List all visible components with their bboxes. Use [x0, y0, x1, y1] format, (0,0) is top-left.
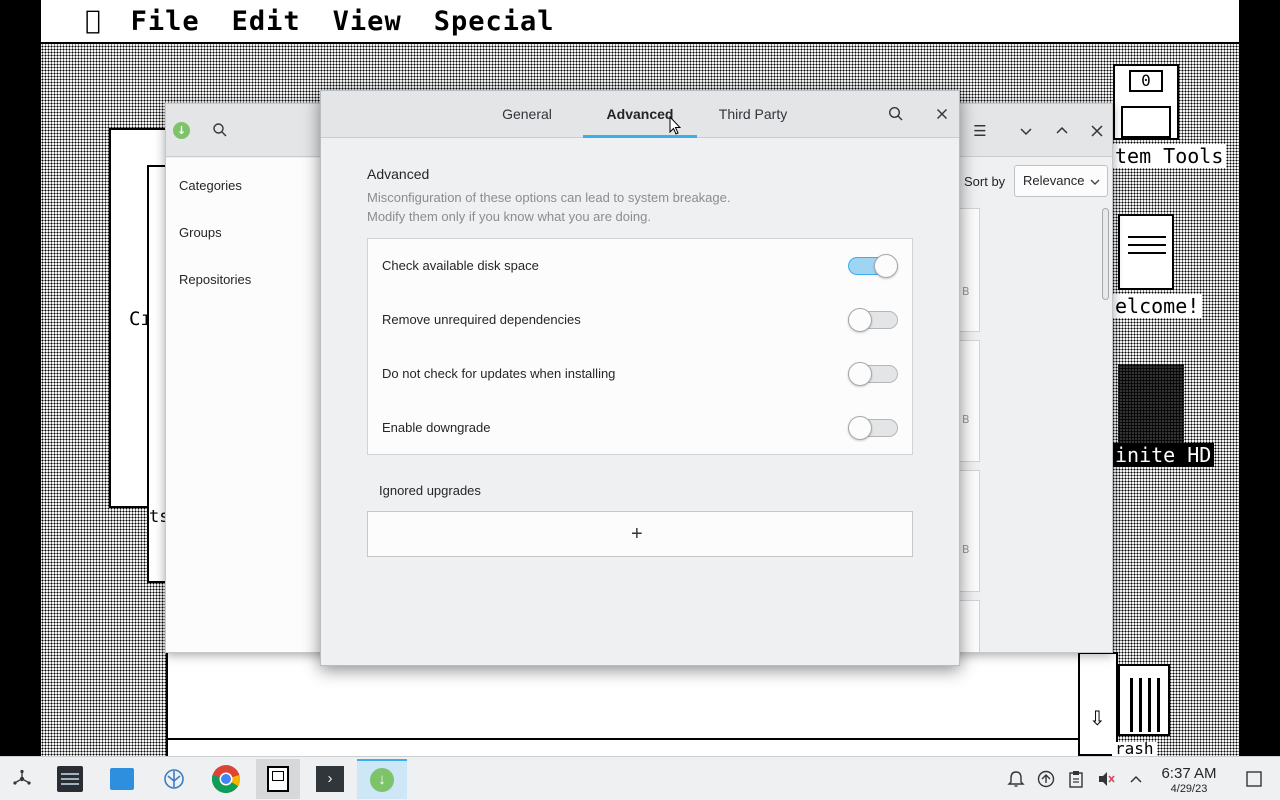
option-label: Check available disk space	[382, 258, 539, 273]
maximize-icon[interactable]	[1052, 121, 1072, 141]
mac-menu-file[interactable]: File	[131, 6, 200, 37]
toggle-no-update-check[interactable]	[848, 362, 898, 386]
discover-sidebar: Categories Groups Repositories	[166, 158, 321, 652]
finder-window-bottom	[166, 652, 1084, 756]
mac-menu-edit[interactable]: Edit	[232, 6, 301, 37]
option-label: Do not check for updates when installing	[382, 366, 616, 381]
mac-menu-view[interactable]: View	[333, 6, 402, 37]
sort-select[interactable]: Relevance	[1014, 165, 1108, 197]
app-launcher-icon[interactable]	[0, 759, 44, 799]
system-settings-icon[interactable]	[48, 759, 92, 799]
add-ignored-upgrade-button[interactable]: +	[367, 511, 913, 557]
system-tools-label[interactable]: tem Tools	[1112, 144, 1227, 168]
option-row-no-update-check: Do not check for updates when installing	[368, 347, 912, 401]
app-card[interactable]: B	[960, 208, 980, 332]
mac-menubar:  File Edit View Special	[41, 0, 1239, 44]
option-row-downgrade: Enable downgrade	[368, 401, 912, 455]
floppy-shutter: 0	[1129, 70, 1163, 92]
welcome-label[interactable]: elcome!	[1112, 294, 1203, 318]
down-arrow-icon: ⇩	[1089, 706, 1106, 730]
section-description-line-2: Modify them only if you know what you ar…	[367, 209, 651, 224]
notifications-bell-icon[interactable]	[1006, 769, 1026, 789]
toggle-check-disk-space[interactable]	[848, 254, 898, 278]
option-row-disk-space: Check available disk space	[368, 239, 912, 293]
software-update-icon[interactable]: ↓	[357, 759, 407, 799]
clock-date[interactable]: 4/29/23	[1150, 783, 1228, 795]
apple-icon[interactable]: 	[85, 6, 101, 36]
app-card[interactable]: B	[960, 340, 980, 462]
close-window-icon[interactable]	[1087, 121, 1107, 141]
chevron-up-icon[interactable]	[1126, 769, 1146, 789]
document-icon[interactable]	[1118, 214, 1174, 290]
card-size-text: B	[962, 543, 970, 556]
app-card[interactable]	[960, 600, 980, 652]
trash-icon[interactable]	[1118, 664, 1170, 736]
ignored-upgrades-title: Ignored upgrades	[379, 483, 481, 498]
option-row-unrequired-deps: Remove unrequired dependencies	[368, 293, 912, 347]
advanced-options-list: Check available disk space Remove unrequ…	[367, 238, 913, 455]
classic-mac-icon[interactable]	[256, 759, 300, 799]
taskbar: › ↓ 6:37 AM 4/29/23	[0, 756, 1280, 800]
volume-muted-icon[interactable]	[1096, 769, 1116, 789]
card-size-text: B	[962, 285, 970, 298]
finder-scroll-arrow: ⇩	[1078, 652, 1118, 756]
sort-select-value: Relevance	[1023, 173, 1085, 188]
mouse-cursor-icon	[669, 116, 681, 135]
sort-by-label: Sort by	[964, 174, 1006, 189]
trash-label[interactable]: rash	[1112, 742, 1157, 756]
section-description-line-1: Misconfiguration of these options can le…	[367, 190, 731, 205]
search-icon[interactable]	[212, 122, 228, 138]
option-label: Enable downgrade	[382, 420, 491, 435]
settings-dialog: General Advanced Third Party Advanced Mi…	[320, 90, 960, 666]
clipboard-icon[interactable]	[1066, 769, 1086, 789]
network-icon[interactable]	[1036, 769, 1056, 789]
show-desktop-icon[interactable]	[1244, 769, 1264, 789]
settings-header: General Advanced Third Party	[321, 91, 959, 138]
scrollbar-thumb[interactable]	[1102, 208, 1109, 300]
chrome-icon[interactable]	[204, 759, 248, 799]
option-label: Remove unrequired dependencies	[382, 312, 581, 327]
discover-plasma-icon[interactable]	[152, 759, 196, 799]
minimize-icon[interactable]	[1016, 121, 1036, 141]
sidebar-item-groups[interactable]: Groups	[179, 225, 222, 240]
search-icon[interactable]	[887, 105, 905, 123]
floppy-disk-icon[interactable]: 0	[1113, 64, 1179, 140]
clock-time[interactable]: 6:37 AM	[1150, 765, 1228, 782]
toggle-enable-downgrade[interactable]	[848, 416, 898, 440]
close-icon[interactable]	[933, 105, 951, 123]
tab-third-party[interactable]: Third Party	[707, 91, 799, 138]
card-size-text: B	[962, 413, 970, 426]
tab-general[interactable]: General	[489, 91, 565, 138]
hamburger-menu-icon[interactable]: ☰	[970, 121, 990, 141]
toggle-remove-unrequired-deps[interactable]	[848, 308, 898, 332]
plus-icon: +	[631, 523, 643, 545]
hard-disk-icon[interactable]	[1118, 364, 1184, 444]
section-title: Advanced	[367, 166, 430, 182]
discover-logo-icon: ↓	[173, 122, 190, 139]
app-card[interactable]: B	[960, 470, 980, 592]
mac-menu-special[interactable]: Special	[434, 6, 555, 37]
hard-disk-label[interactable]: inite HD	[1112, 443, 1215, 467]
chevron-down-icon	[1090, 179, 1100, 185]
sidebar-item-repositories[interactable]: Repositories	[179, 272, 251, 287]
sidebar-item-categories[interactable]: Categories	[179, 178, 242, 193]
terminal-icon[interactable]: ›	[308, 759, 352, 799]
store-icon[interactable]	[100, 759, 144, 799]
